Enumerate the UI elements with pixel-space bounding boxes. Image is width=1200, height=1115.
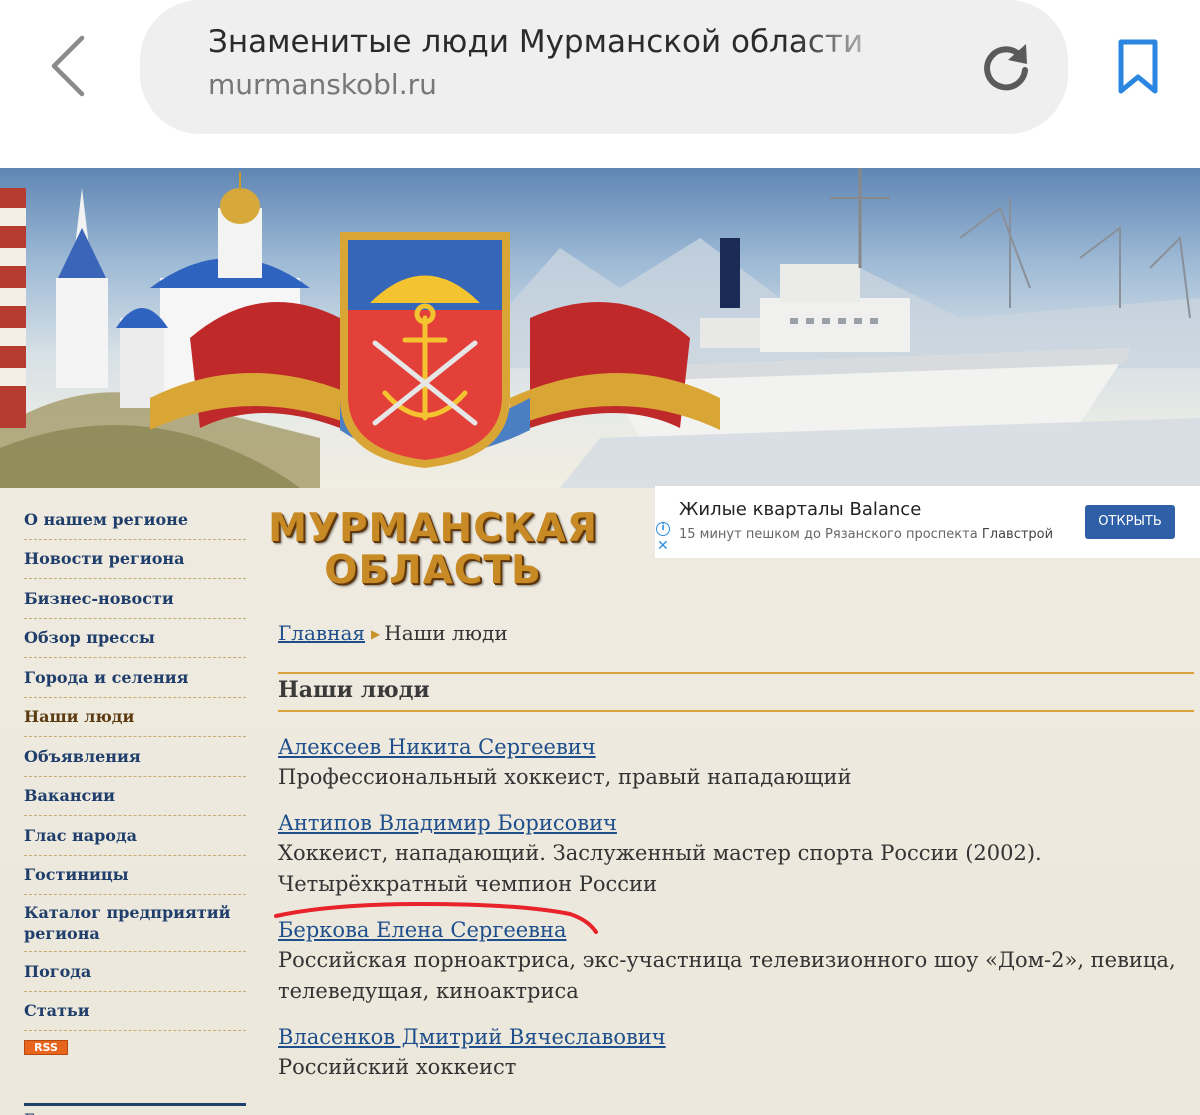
person-description: Российская порноактриса, экс-участница т… bbox=[278, 948, 1176, 1003]
breadcrumb: Главная ▶ Наши люди bbox=[278, 620, 1194, 647]
sidebar-divider bbox=[24, 1103, 246, 1106]
ad-subtitle: 15 минут пешком до Рязанского проспекта … bbox=[679, 527, 1079, 542]
sidebar-item-towns[interactable]: Города и селения bbox=[24, 658, 246, 698]
sidebar-partial-item[interactable]: Г bbox=[24, 1110, 35, 1115]
back-button[interactable] bbox=[40, 30, 100, 102]
breadcrumb-home-link[interactable]: Главная bbox=[278, 621, 365, 645]
reload-icon bbox=[984, 44, 1028, 91]
banner-illustration bbox=[0, 168, 1200, 488]
person-description: Российский хоккеист bbox=[278, 1055, 517, 1079]
ad-close-icon[interactable]: ✕ bbox=[657, 538, 669, 554]
sidebar-item-weather[interactable]: Погода bbox=[24, 952, 246, 992]
sidebar-item-hotels[interactable]: Гостиницы bbox=[24, 856, 246, 895]
section-title: Наши люди bbox=[278, 677, 430, 703]
lighthouse-illustration bbox=[0, 188, 26, 428]
sidebar-item-press-review[interactable]: Обзор прессы bbox=[24, 619, 246, 658]
ad-banner[interactable]: i ✕ Жилые кварталы Balance 15 минут пешк… bbox=[655, 486, 1200, 558]
ad-info-icon[interactable]: i bbox=[656, 522, 670, 536]
ad-brand: Главстрой bbox=[981, 527, 1054, 542]
person-name-link[interactable]: Антипов Владимир Борисович bbox=[278, 808, 617, 838]
section-header: Наши люди bbox=[278, 672, 1194, 712]
rss-badge[interactable]: RSS bbox=[24, 1040, 68, 1055]
url-domain: murmanskobl.ru bbox=[208, 68, 437, 101]
sidebar-item-our-people[interactable]: Наши люди bbox=[24, 698, 246, 737]
sidebar-item-announcements[interactable]: Объявления bbox=[24, 737, 246, 777]
header-banner bbox=[0, 168, 1200, 488]
sidebar-item-region-news[interactable]: Новости региона bbox=[24, 540, 246, 579]
sidebar-item-articles[interactable]: Статьи bbox=[24, 992, 246, 1031]
web-page: МУРМАНСКАЯ ОБЛАСТЬ i ✕ Жилые кварталы Ba… bbox=[0, 168, 1200, 1115]
sidebar-item-business-catalog[interactable]: Каталог предприятий региона bbox=[24, 895, 246, 952]
browser-chrome: Знаменитые люди Мурманской области murma… bbox=[0, 0, 1200, 168]
sidebar-item-business-news[interactable]: Бизнес-новости bbox=[24, 579, 246, 619]
person-name-link[interactable]: Власенков Дмитрий Вячеславович bbox=[278, 1022, 666, 1052]
main-content: Главная ▶ Наши люди Наши люди Алексеев Ник… bbox=[278, 620, 1194, 1079]
red-annotation-stroke bbox=[274, 901, 598, 934]
bookmark-icon bbox=[1118, 39, 1158, 94]
breadcrumb-current: Наши люди bbox=[384, 621, 508, 645]
person-description: Хоккеист, нападающий. Заслуженный мастер… bbox=[278, 841, 1042, 896]
breadcrumb-separator-icon: ▶ bbox=[371, 627, 381, 641]
sidebar-item-voice-of-people[interactable]: Глас народа bbox=[24, 816, 246, 856]
list-item: Антипов Владимир Борисович Хоккеист, нап… bbox=[278, 808, 1194, 900]
sidebar-item-vacancies[interactable]: Вакансии bbox=[24, 777, 246, 816]
list-item: Власенков Дмитрий Вячеславович Российски… bbox=[278, 1022, 1194, 1083]
page-title: Знаменитые люди Мурманской области bbox=[208, 24, 864, 60]
site-title-line2: ОБЛАСТЬ bbox=[324, 548, 542, 593]
list-item: Алексеев Никита Сергеевич Профессиональн… bbox=[278, 732, 1194, 793]
ad-subtitle-text: 15 минут пешком до Рязанского проспекта bbox=[679, 527, 978, 542]
site-title: МУРМАНСКАЯ ОБЛАСТЬ bbox=[258, 508, 608, 592]
coat-of-arms bbox=[340, 232, 510, 468]
site-title-line1: МУРМАНСКАЯ bbox=[268, 506, 598, 551]
sidebar-nav: О нашем регионе Новости региона Бизнес-н… bbox=[24, 500, 246, 1055]
reload-button[interactable] bbox=[978, 38, 1034, 94]
address-bar[interactable]: Знаменитые люди Мурманской области murma… bbox=[140, 0, 1068, 134]
ad-title[interactable]: Жилые кварталы Balance bbox=[679, 499, 921, 520]
bookmark-button[interactable] bbox=[1116, 38, 1160, 96]
sidebar-item-about-region[interactable]: О нашем регионе bbox=[24, 500, 246, 540]
person-name-link[interactable]: Алексеев Никита Сергеевич bbox=[278, 732, 596, 762]
chevron-left-icon bbox=[51, 35, 85, 97]
person-description: Профессиональный хоккеист, правый напада… bbox=[278, 765, 852, 789]
ad-open-button[interactable]: ОТКРЫТЬ bbox=[1085, 505, 1175, 539]
